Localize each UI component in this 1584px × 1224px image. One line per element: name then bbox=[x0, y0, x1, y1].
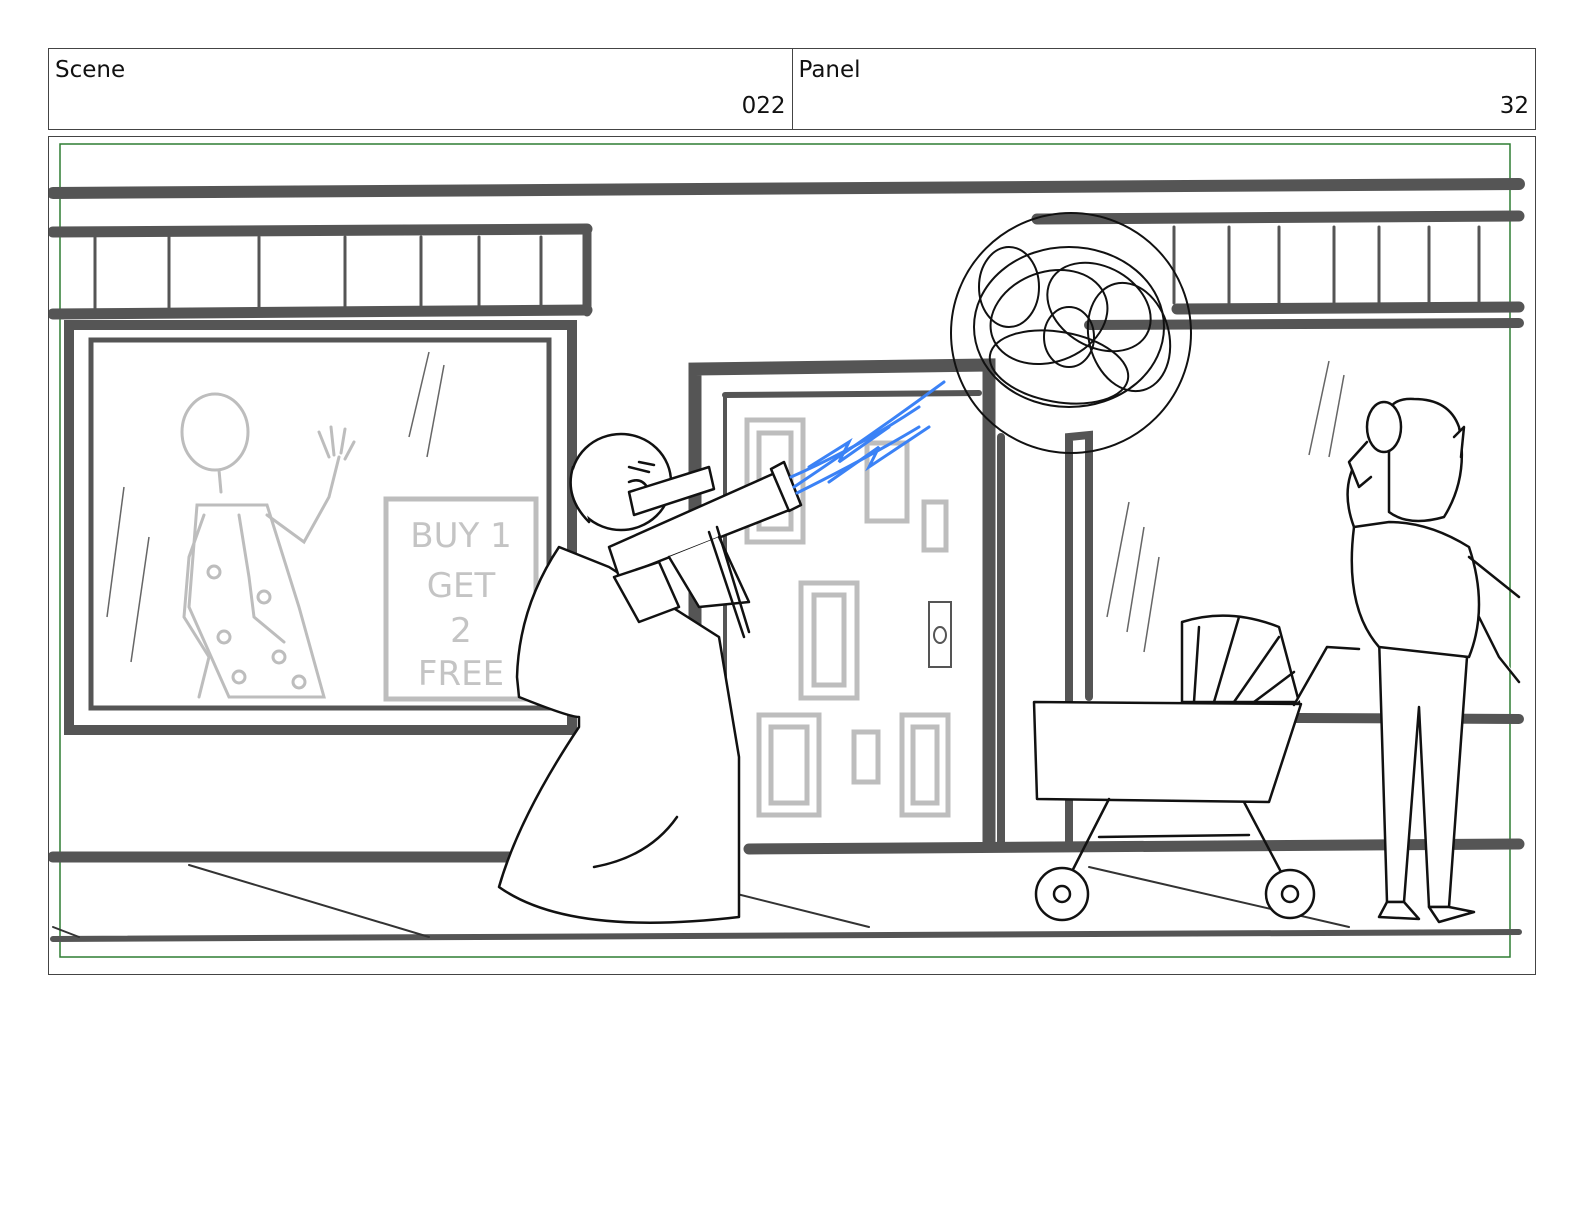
sale-sign: BUY 1 GET 2 FREE bbox=[383, 496, 539, 702]
sign-line-3: 2 bbox=[450, 611, 472, 651]
storefront-lines bbox=[49, 178, 1525, 942]
scene-label: Scene bbox=[55, 57, 126, 83]
stroller bbox=[1032, 614, 1361, 922]
scene-cell: Scene 022 bbox=[49, 49, 792, 129]
storyboard-header: Scene 022 Panel 32 bbox=[48, 48, 1536, 130]
mannequin-figure bbox=[180, 392, 356, 699]
door-lock-icon bbox=[928, 601, 952, 668]
scene-number: 022 bbox=[741, 93, 786, 119]
safe-area-guide bbox=[59, 143, 1511, 958]
sign-line-1: BUY 1 bbox=[410, 516, 511, 556]
panel-number: 32 bbox=[1499, 93, 1529, 119]
storyboard-sketch: BUY 1 GET 2 FREE bbox=[49, 143, 1525, 958]
panel-label: Panel bbox=[798, 57, 861, 83]
panel-cell: Panel 32 bbox=[791, 49, 1536, 129]
sign-line-4: FREE bbox=[418, 654, 504, 694]
storyboard-frame: BUY 1 GET 2 FREE bbox=[48, 136, 1536, 975]
sign-line-2: GET bbox=[427, 566, 496, 606]
